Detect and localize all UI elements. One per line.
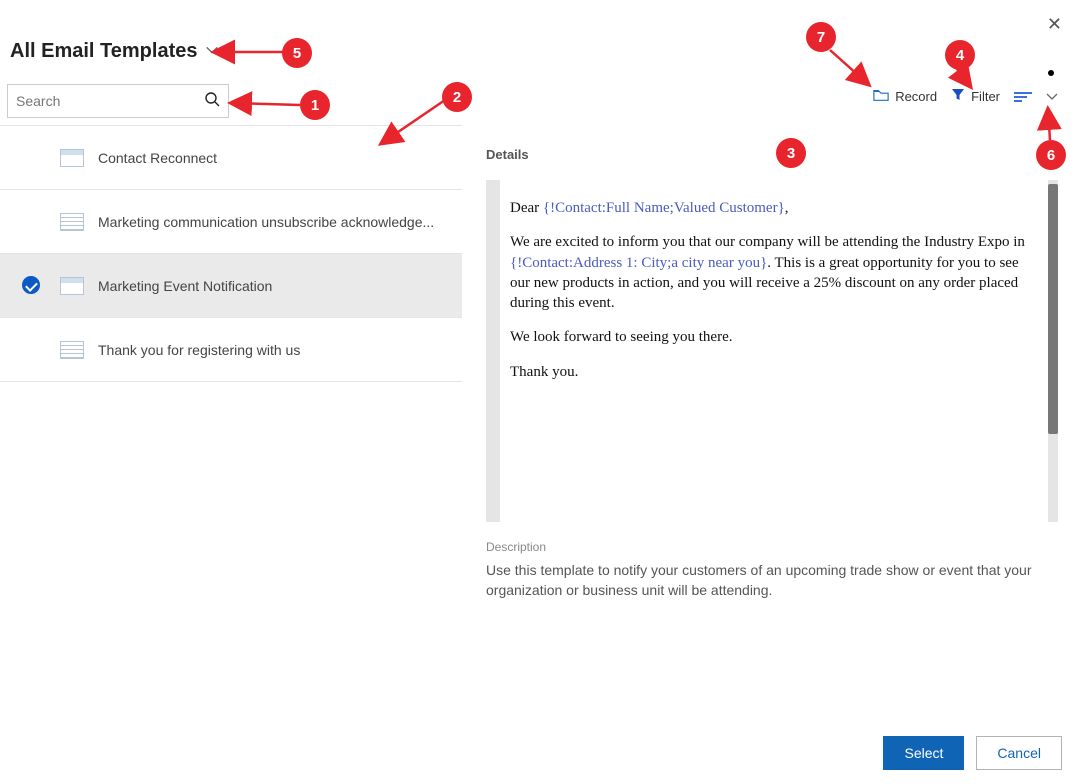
description-text: Use this template to notify your custome… — [486, 560, 1056, 601]
preview-salutation: Dear {!Contact:Full Name;Valued Customer… — [510, 198, 1036, 218]
text: Dear — [510, 200, 543, 216]
search-input[interactable] — [16, 93, 204, 109]
filter-button[interactable]: Filter — [951, 88, 1000, 105]
folder-icon — [873, 88, 889, 105]
search-input-container[interactable] — [7, 84, 229, 118]
placeholder-token: {!Contact:Full Name;Valued Customer} — [543, 200, 785, 216]
text: , — [785, 200, 789, 216]
filter-label: Filter — [971, 89, 1000, 104]
view-title: All Email Templates — [10, 40, 197, 63]
chevron-down-icon — [1046, 91, 1058, 103]
template-thumb — [60, 341, 84, 359]
chevron-down-icon — [205, 40, 219, 63]
list-item[interactable]: Contact Reconnect — [0, 126, 462, 190]
description-label: Description — [486, 540, 1058, 554]
list-item[interactable]: Thank you for registering with us — [0, 318, 462, 382]
template-list: Contact Reconnect Marketing communicatio… — [0, 125, 462, 725]
placeholder-token: {!Contact:Address 1: City;a city near yo… — [510, 255, 767, 271]
list-item[interactable]: Marketing communication unsubscribe ackn… — [0, 190, 462, 254]
preview-paragraph: Thank you. — [510, 362, 1036, 382]
callout-1: 1 — [300, 90, 330, 120]
preview-area: Dear {!Contact:Full Name;Valued Customer… — [486, 180, 1058, 522]
preview-body: Dear {!Contact:Full Name;Valued Customer… — [500, 180, 1058, 406]
cancel-button[interactable]: Cancel — [976, 736, 1062, 770]
template-thumb — [60, 277, 84, 295]
list-item[interactable]: Marketing Event Notification — [0, 254, 462, 318]
list-item-label: Marketing communication unsubscribe ackn… — [98, 214, 434, 230]
scrollbar-track[interactable] — [1048, 180, 1058, 522]
details-panel: Details Dear {!Contact:Full Name;Valued … — [462, 125, 1084, 694]
footer-actions: Select Cancel — [883, 736, 1062, 770]
preview-paragraph: We look forward to seeing you there. — [510, 327, 1036, 347]
list-item-label: Thank you for registering with us — [98, 342, 300, 358]
scrollbar-thumb[interactable] — [1048, 184, 1058, 434]
toolbar: Record Filter — [873, 88, 1058, 105]
callout-4: 4 — [945, 40, 975, 70]
toolbar-chevron[interactable] — [1046, 91, 1058, 103]
overflow-dot[interactable] — [1048, 70, 1054, 76]
text: We are excited to inform you that our co… — [510, 234, 1025, 250]
callout-7: 7 — [806, 22, 836, 52]
callout-2: 2 — [442, 82, 472, 112]
template-thumb — [60, 149, 84, 167]
record-label: Record — [895, 89, 937, 104]
record-button[interactable]: Record — [873, 88, 937, 105]
search-icon[interactable] — [204, 91, 220, 112]
details-heading: Details — [486, 147, 1058, 162]
preview-paragraph: We are excited to inform you that our co… — [510, 232, 1036, 313]
callout-5: 5 — [282, 38, 312, 68]
filter-icon — [951, 88, 965, 105]
select-button[interactable]: Select — [883, 736, 964, 770]
list-item-label: Marketing Event Notification — [98, 278, 272, 294]
list-item-label: Contact Reconnect — [98, 150, 217, 166]
callout-6: 6 — [1036, 140, 1066, 170]
template-thumb — [60, 213, 84, 231]
sort-lines-icon — [1014, 91, 1032, 103]
close-icon[interactable]: ✕ — [1047, 14, 1062, 35]
sort-button[interactable] — [1014, 91, 1032, 103]
callout-3: 3 — [776, 138, 806, 168]
view-title-dropdown[interactable]: All Email Templates — [10, 40, 219, 63]
